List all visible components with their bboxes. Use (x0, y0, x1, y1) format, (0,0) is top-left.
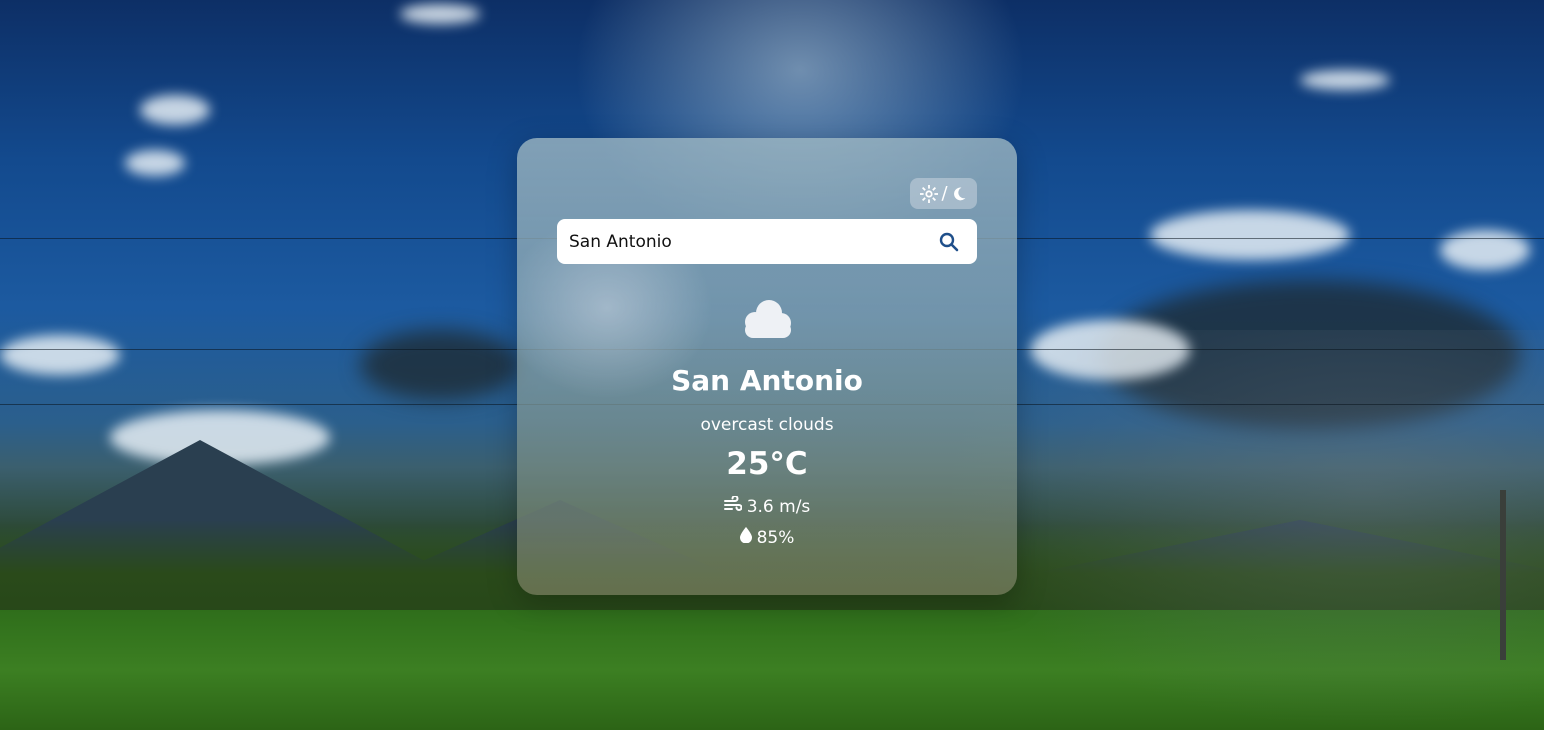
toggle-separator: / (941, 182, 948, 204)
storm-cloud (360, 330, 520, 400)
haze (944, 330, 1544, 730)
sky-cloud (0, 335, 120, 375)
sky-cloud (1300, 70, 1390, 90)
humidity: 85% (517, 527, 1017, 548)
city-name: San Antonio (671, 364, 863, 397)
weather-description: overcast clouds (700, 415, 834, 435)
humidity-value: 85% (756, 527, 795, 548)
weather-card: / San Antonio overcast clouds 25°C (517, 138, 1017, 595)
utility-pole (1500, 490, 1506, 660)
wind-icon (723, 495, 743, 517)
sky-cloud (125, 150, 185, 176)
sky-cloud (1150, 210, 1350, 260)
sky-cloud (1440, 230, 1530, 270)
sun-icon (920, 184, 939, 203)
city-search-input[interactable] (569, 219, 919, 264)
wind-speed: 3.6 m/s (517, 495, 1017, 517)
search-bar (557, 219, 977, 264)
temperature: 25°C (726, 446, 808, 482)
droplet-icon (739, 527, 752, 548)
sky-cloud (140, 95, 210, 125)
moon-icon (951, 186, 967, 202)
cloud-icon (741, 296, 793, 340)
theme-toggle-button[interactable]: / (910, 178, 977, 209)
search-icon[interactable] (939, 232, 959, 252)
sky-cloud (400, 4, 480, 24)
wind-value: 3.6 m/s (746, 496, 811, 517)
